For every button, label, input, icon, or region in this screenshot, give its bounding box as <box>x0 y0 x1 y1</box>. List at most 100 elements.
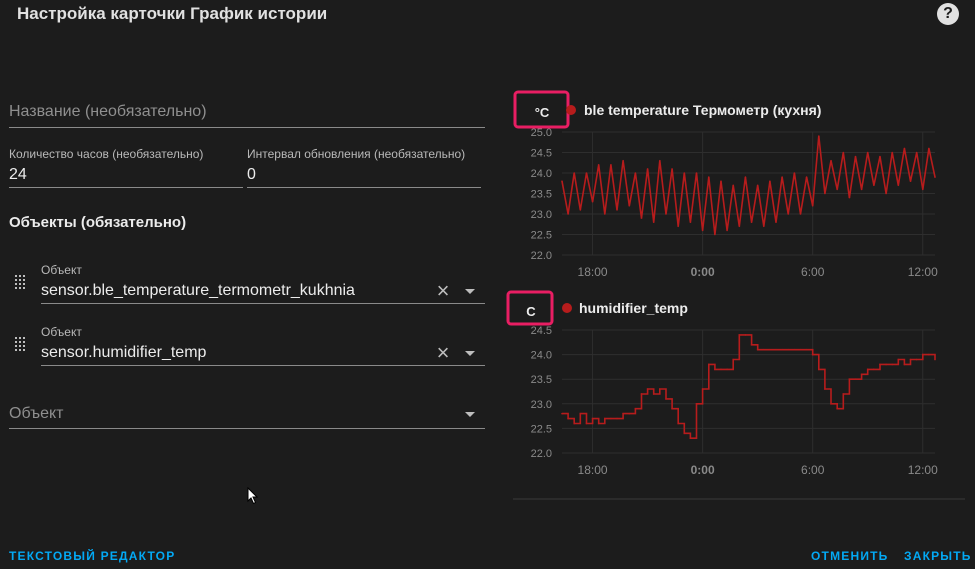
data-point <box>695 403 698 405</box>
data-point <box>921 188 924 191</box>
legend-item[interactable]: ble temperature Термометр (кухня) <box>584 102 821 118</box>
clear-icon[interactable]: × <box>434 342 452 364</box>
data-point <box>781 348 783 351</box>
text-editor-button[interactable]: ТЕКСТОВЫЙ РЕДАКТОР <box>9 549 175 563</box>
data-point <box>769 348 771 351</box>
help-icon[interactable]: ? <box>937 3 959 25</box>
close-button[interactable]: ЗАКРЫТЬ <box>904 549 972 563</box>
data-point <box>799 213 802 215</box>
x-tick-label: 0:00 <box>691 265 715 279</box>
entity-label: Объект <box>41 325 82 339</box>
legend-color-dot[interactable] <box>562 303 572 313</box>
entity-input-underline <box>41 365 485 366</box>
data-point <box>640 217 643 219</box>
chart-humidifier: C humidifier_temp 24.5 24.0 23.5 23.0 22.5 22… <box>506 290 965 500</box>
data-point <box>805 176 808 178</box>
data-point <box>750 343 753 346</box>
y-tick-label: 22.5 <box>531 423 552 435</box>
legend-item[interactable]: humidifier_temp <box>579 300 688 316</box>
data-point <box>915 151 918 154</box>
data-point <box>616 209 618 211</box>
data-point <box>573 172 576 174</box>
data-point <box>732 184 735 187</box>
y-tick-label: 23.5 <box>531 189 552 201</box>
data-point <box>597 164 600 166</box>
chevron-down-icon[interactable] <box>465 351 475 356</box>
data-point <box>591 417 594 420</box>
hours-input[interactable]: 24 <box>9 166 27 184</box>
data-point <box>860 373 863 376</box>
clear-icon[interactable]: × <box>434 280 452 302</box>
data-point <box>934 176 936 178</box>
data-point <box>756 184 759 187</box>
data-point <box>701 229 704 232</box>
entity-input[interactable]: sensor.humidifier_temp <box>41 344 206 362</box>
hours-input-underline <box>9 187 243 188</box>
data-point <box>732 358 735 361</box>
y-tick-label: 22.5 <box>531 230 552 242</box>
data-point <box>561 412 563 415</box>
hours-label: Количество часов (необязательно) <box>9 147 204 161</box>
data-point <box>799 348 802 351</box>
series-line <box>562 334 936 439</box>
chevron-down-icon[interactable] <box>465 289 475 294</box>
data-point <box>793 348 796 351</box>
y-tick-label: 24.5 <box>531 325 552 337</box>
data-point <box>836 188 838 191</box>
data-point <box>885 192 887 195</box>
data-point <box>567 417 569 420</box>
data-point <box>665 213 667 215</box>
data-point <box>628 205 631 207</box>
drag-handle-icon[interactable] <box>15 275 25 291</box>
refresh-label: Интервал обновления (необязательно) <box>247 147 466 161</box>
data-point <box>726 368 728 371</box>
legend-color-dot[interactable] <box>566 105 576 115</box>
new-entity-input[interactable]: Объект <box>9 405 63 423</box>
entity-input-underline <box>41 303 485 304</box>
data-point <box>695 172 698 174</box>
data-point <box>860 188 863 191</box>
data-point <box>585 172 588 174</box>
chart-temperature: °C ble temperature Термометр (кухня) 25.… <box>513 90 938 279</box>
data-point <box>854 155 857 158</box>
data-point <box>634 172 637 174</box>
data-point <box>659 388 661 390</box>
data-point <box>824 388 826 390</box>
data-point <box>726 229 728 232</box>
data-point <box>830 403 832 405</box>
data-point <box>701 388 704 390</box>
data-point <box>573 422 576 425</box>
data-point <box>830 159 832 162</box>
data-point <box>775 221 777 223</box>
data-point <box>744 334 747 336</box>
chevron-down-icon[interactable] <box>465 412 475 417</box>
entity-input[interactable]: sensor.ble_temperature_termometr_kukhnia <box>41 282 355 300</box>
drag-handle-icon[interactable] <box>15 337 25 353</box>
data-point <box>646 168 649 170</box>
data-point <box>720 180 722 182</box>
dialog-title: Настройка карточки График истории <box>17 4 328 23</box>
data-point <box>903 147 906 150</box>
refresh-input[interactable]: 0 <box>247 166 256 184</box>
data-point <box>842 151 845 154</box>
y-tick-label: 22.0 <box>531 250 552 262</box>
x-tick-label: 18:00 <box>578 265 608 279</box>
data-point <box>561 180 563 182</box>
y-tick-label: 25.0 <box>531 127 552 139</box>
data-point <box>604 213 606 215</box>
data-point <box>756 348 759 351</box>
data-point <box>677 225 679 228</box>
data-point <box>842 393 845 395</box>
entities-heading: Объекты (обязательно) <box>9 214 187 231</box>
cancel-button[interactable]: ОТМЕНИТЬ <box>811 549 889 563</box>
y-tick-label: 24.0 <box>531 350 552 362</box>
data-point <box>762 225 765 228</box>
data-point <box>707 363 710 366</box>
data-point <box>818 368 820 371</box>
data-point <box>873 184 875 187</box>
name-input[interactable]: Название (необязательно) <box>9 103 207 121</box>
data-point <box>811 205 814 207</box>
data-point <box>793 172 796 174</box>
data-point <box>928 147 930 150</box>
data-point <box>683 172 686 174</box>
